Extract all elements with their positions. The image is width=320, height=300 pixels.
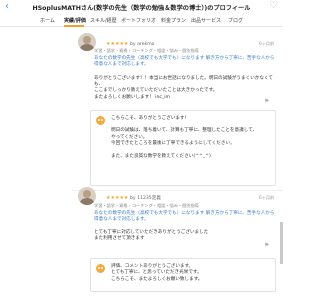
review-rating: ★★★★★ by arekmo bbox=[106, 41, 155, 47]
review-category: 学習・語学・資格 › コーチング・相談・悩み・個別指導 bbox=[94, 203, 199, 208]
page-title: HSoplusMATHさん(数学の先生（数学の勉強＆数学の博士）)のプロフィール bbox=[32, 5, 251, 12]
tab-pricing[interactable]: 料金プラン bbox=[161, 17, 186, 24]
reply-text: こちらこそ、ありがとうございます！ 明日の試験は、落ち着いて、計算も丁寧に、整理… bbox=[111, 116, 258, 159]
review-comment: ありがとうございます！！本当にお世話になりました。明日の試験がうまくいかなくても… bbox=[94, 76, 274, 100]
review-category: 学習・語学・資格 › コーチング・相談・悩み・個別指導 bbox=[94, 48, 199, 53]
seller-avatar-icon bbox=[96, 116, 105, 125]
review-date: 6ヶ月前 bbox=[259, 41, 275, 46]
reviewer-name: by 11235定義 bbox=[130, 196, 161, 201]
tab-reviews[interactable]: 実績/評価 bbox=[64, 17, 86, 24]
seller-avatar-icon bbox=[96, 264, 105, 273]
reviewer-name: by arekmo bbox=[130, 42, 155, 47]
review-service-link[interactable]: あなたの数学の先生（高校でも大学でも）になります 解き方から丁寧に、苦手な人から… bbox=[94, 56, 276, 68]
app-header: ‹ HSoplusMATHさん(数学の先生（数学の勉強＆数学の博士）)のプロフィ… bbox=[0, 0, 283, 16]
profile-tabs: ホーム 実績/評価 スキル/経歴 ポートフォリオ 料金プラン 出品サービス ブロ… bbox=[0, 16, 283, 27]
review-date: 6ヶ月前 bbox=[259, 195, 275, 200]
report-flag-icon[interactable]: ⚑ bbox=[264, 243, 269, 249]
review-service-link[interactable]: あなたの数学の先生（高校でも大学でも）になります 解き方から丁寧に、苦手な人から… bbox=[94, 211, 276, 223]
active-tab-indicator bbox=[64, 25, 84, 27]
tab-portfolio[interactable]: ポートフォリオ bbox=[121, 17, 156, 24]
scrollbar-thumb[interactable] bbox=[280, 222, 283, 264]
tab-skills[interactable]: スキル/経歴 bbox=[90, 17, 117, 24]
favorite-heart-icon[interactable]: ♡ bbox=[269, 1, 278, 11]
seller-reply: 評価、コメントありがとうございます。 とても丁寧に、と思っていただき光栄です。 … bbox=[90, 258, 276, 292]
review-comment: とても丁寧に対応していただきありがとうございました また利用させて頂きます bbox=[94, 230, 209, 242]
reply-text: 評価、コメントありがとうございます。 とても丁寧に、と思っていただき光栄です。 … bbox=[111, 264, 203, 282]
tab-blog[interactable]: ブログ bbox=[228, 17, 243, 24]
report-flag-icon[interactable]: ⚑ bbox=[264, 99, 269, 105]
tab-home[interactable]: ホーム bbox=[40, 17, 55, 24]
review-divider bbox=[72, 190, 283, 191]
seller-reply: こちらこそ、ありがとうございます！ 明日の試験は、落ち着いて、計算も丁寧に、整理… bbox=[90, 110, 276, 186]
review-rating: ★★★★★ by 11235定義 bbox=[106, 195, 161, 201]
tab-services[interactable]: 出品サービス bbox=[191, 17, 221, 24]
